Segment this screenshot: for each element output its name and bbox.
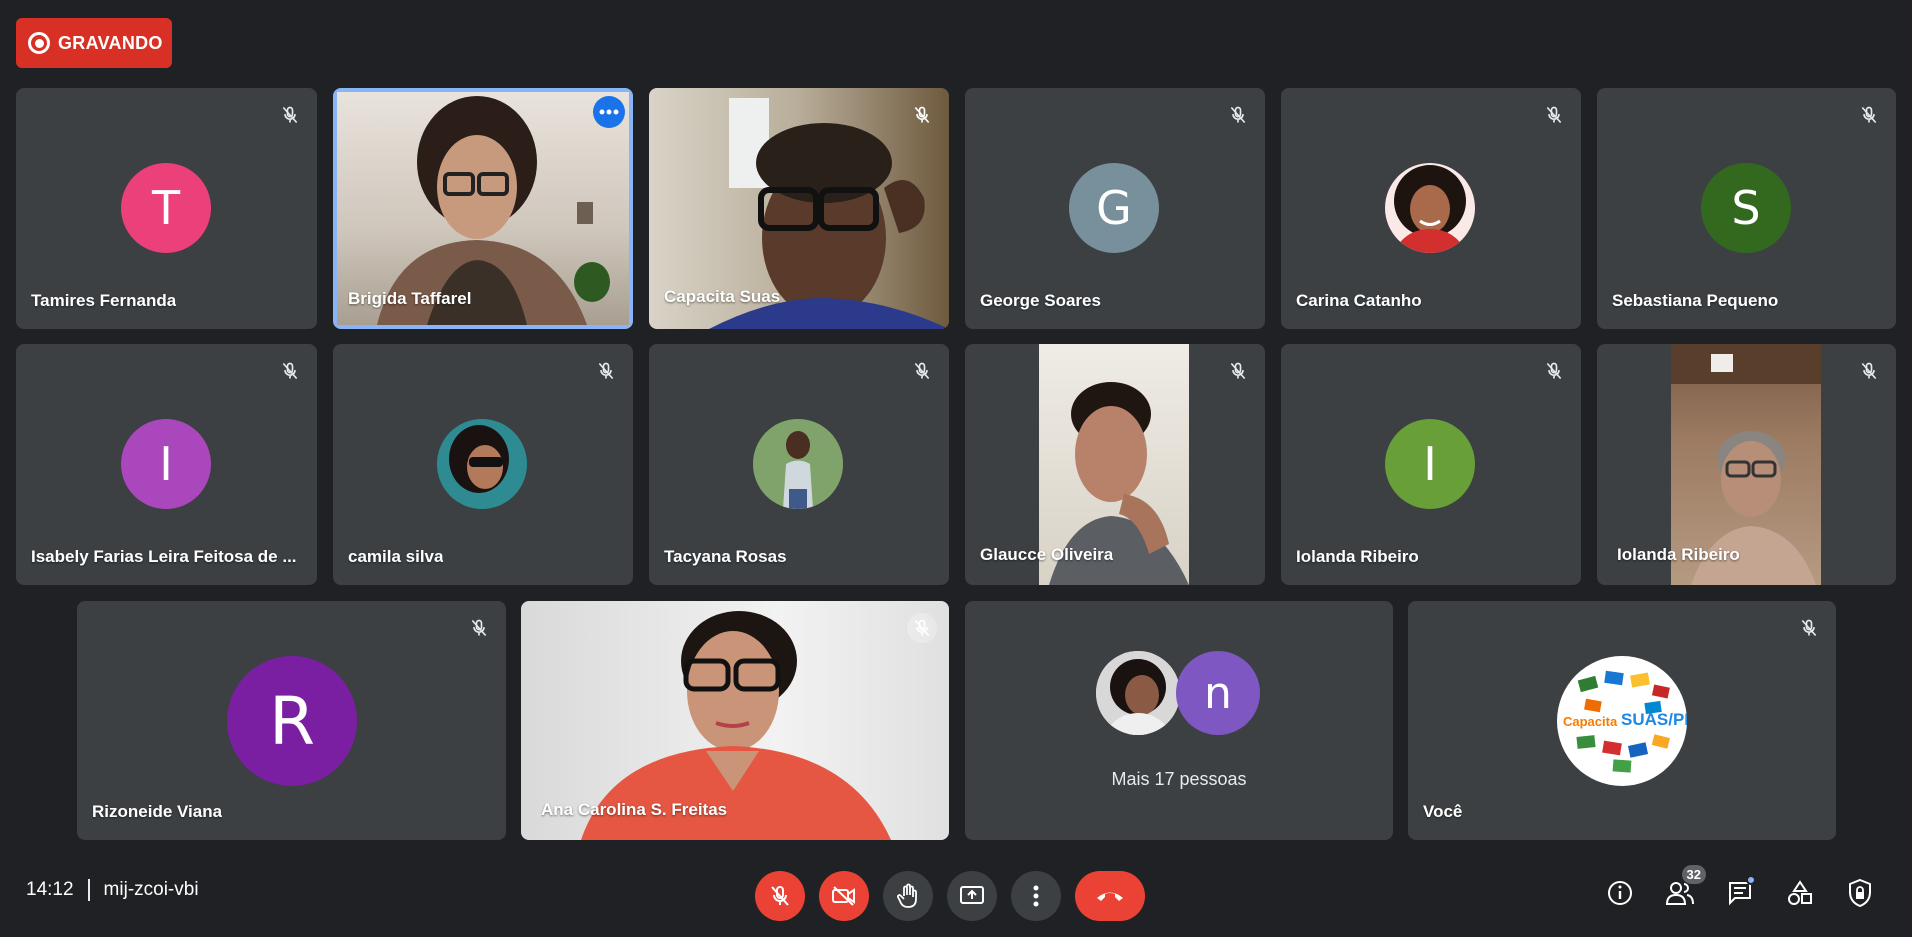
participant-tile[interactable]: I Iolanda Ribeiro [1281, 344, 1581, 585]
present-icon [960, 886, 984, 904]
logo-text-right: SUAS/PE [1621, 710, 1687, 729]
participant-name: Rizoneide Viana [92, 802, 223, 821]
meeting-code: mij-zcoi-vbi [103, 879, 199, 900]
mic-off-icon [1223, 356, 1253, 386]
participant-tile[interactable]: G George Soares [965, 88, 1265, 329]
more-vert-icon [1033, 885, 1039, 907]
side-controls: 32 [1598, 865, 1882, 915]
participant-name: George Soares [980, 291, 1101, 310]
avatar: G [1069, 163, 1159, 253]
others-tile[interactable]: n Mais 17 pessoas [965, 601, 1393, 840]
shield-lock-icon [1849, 878, 1871, 908]
participant-tile[interactable]: Carina Catanho [1281, 88, 1581, 329]
participant-name: Glaucce Oliveira [980, 545, 1114, 564]
participant-name: Capacita Suas [664, 287, 781, 306]
activities-button[interactable] [1778, 871, 1822, 915]
more-people-label: Mais 17 pessoas [1111, 769, 1247, 789]
participant-name: Iolanda Ribeiro [1617, 545, 1740, 564]
mic-off-icon [1794, 613, 1824, 643]
avatar: I [1385, 419, 1475, 509]
participant-name: Carina Catanho [1296, 291, 1422, 310]
hang-up-icon [1097, 892, 1123, 901]
participant-tile-video[interactable]: Glaucce Oliveira [965, 344, 1265, 585]
toggle-camera-button[interactable] [819, 871, 869, 921]
participant-name: camila silva [348, 547, 444, 566]
avatar: n [1176, 651, 1260, 735]
self-tile[interactable]: Capacita SUAS/PE Você [1408, 601, 1836, 840]
mic-off-icon [771, 885, 789, 906]
avatar-logo: Capacita SUAS/PE [1557, 656, 1687, 786]
participant-tile[interactable]: camila silva [333, 344, 633, 585]
participant-tile[interactable]: S Sebastiana Pequeno [1597, 88, 1896, 329]
avatar-photo [753, 419, 843, 509]
mic-off-icon [1223, 100, 1253, 130]
participant-name: Iolanda Ribeiro [1296, 547, 1419, 566]
mic-off-icon [275, 356, 305, 386]
camera-off-icon [832, 886, 855, 906]
clock: 14:12 [26, 879, 74, 900]
hand-icon [897, 883, 917, 908]
divider [87, 879, 90, 901]
info-icon [1608, 881, 1632, 905]
mic-off-icon [1539, 100, 1569, 130]
participant-name: Você [1423, 802, 1463, 821]
participant-tile-video[interactable]: Brigida Taffarel [333, 88, 633, 329]
people-count-badge: 32 [1681, 865, 1706, 884]
participant-tile[interactable]: I Isabely Farias Leira Feitosa de ... [16, 344, 317, 585]
participant-name: Sebastiana Pequeno [1612, 291, 1779, 310]
mic-off-icon [1539, 356, 1569, 386]
participant-tile-video[interactable]: Iolanda Ribeiro [1597, 344, 1896, 585]
avatar-photo [437, 419, 527, 509]
mic-off-icon [907, 100, 937, 130]
mic-off-icon [464, 613, 494, 643]
participant-name: Tamires Fernanda [31, 291, 177, 310]
people-button[interactable]: 32 [1658, 865, 1706, 915]
avatar: I [121, 419, 211, 509]
avatar: T [121, 163, 211, 253]
more-options-button[interactable] [1011, 871, 1061, 921]
present-screen-button[interactable] [947, 871, 997, 921]
toggle-mic-button[interactable] [755, 871, 805, 921]
avatar: S [1701, 163, 1791, 253]
leave-call-button[interactable] [1075, 871, 1145, 921]
participant-name: Tacyana Rosas [664, 547, 787, 566]
mic-off-icon [1854, 356, 1884, 386]
participant-name: Brigida Taffarel [348, 289, 472, 308]
shapes-icon [1788, 880, 1812, 905]
record-icon [28, 32, 50, 54]
participant-tile[interactable]: T Tamires Fernanda [16, 88, 317, 329]
raise-hand-button[interactable] [883, 871, 933, 921]
notification-dot [1746, 875, 1756, 885]
participant-tile-video[interactable]: Capacita Suas [649, 88, 949, 329]
recording-label: GRAVANDO [58, 32, 163, 53]
host-controls-button[interactable] [1838, 871, 1882, 915]
participant-tile[interactable]: R Rizoneide Viana [77, 601, 506, 840]
participant-tile-video[interactable]: Ana Carolina S. Freitas [521, 601, 949, 840]
avatar-photo [1385, 163, 1475, 253]
meeting-details-button[interactable] [1598, 871, 1642, 915]
chat-button[interactable] [1718, 871, 1762, 915]
participant-tile[interactable]: Tacyana Rosas [649, 344, 949, 585]
avatar-photo [1096, 651, 1180, 735]
recording-badge[interactable]: GRAVANDO [16, 18, 172, 68]
mic-off-icon [275, 100, 305, 130]
logo-text-left: Capacita [1563, 714, 1618, 729]
mic-off-icon [907, 613, 937, 643]
mic-off-icon [591, 356, 621, 386]
call-controls [755, 871, 1145, 921]
avatar: R [227, 656, 357, 786]
mic-off-icon [1854, 100, 1884, 130]
participant-name: Ana Carolina S. Freitas [541, 800, 728, 819]
mic-off-icon [907, 356, 937, 386]
meeting-info: 14:12 mij-zcoi-vbi [26, 879, 199, 901]
more-options-icon[interactable] [593, 96, 625, 128]
participant-name: Isabely Farias Leira Feitosa de ... [31, 547, 297, 566]
